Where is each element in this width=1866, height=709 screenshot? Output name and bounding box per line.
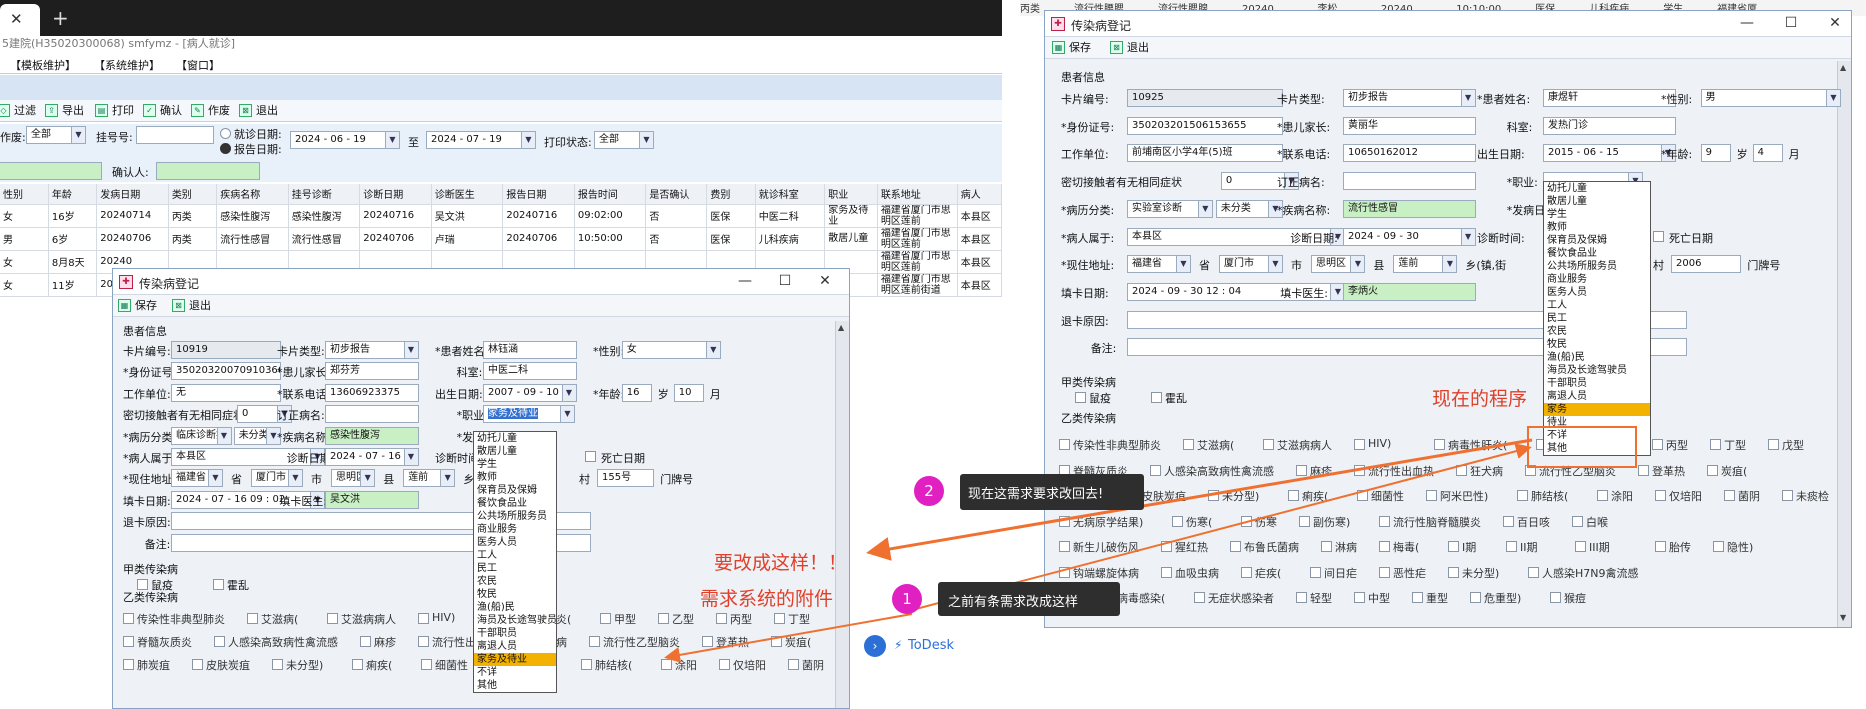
annotation-change-like-this: 要改成这样！！ — [714, 552, 848, 574]
annotation-attachment: 需求系统的附件 — [700, 588, 834, 610]
badge-1: 1 — [892, 584, 922, 614]
todesk-logo-icon: ⚡ — [894, 638, 903, 652]
annotation-current-program: 现在的程序 — [1432, 388, 1528, 410]
todesk-expand-icon[interactable]: › — [864, 635, 886, 657]
callout-1-text: 之前有条需求改成这样 — [948, 595, 1079, 610]
badge-2: 2 — [914, 476, 944, 506]
callout-2-text: 现在这需求要求改回去! — [968, 487, 1104, 502]
annotation-arrows — [664, 426, 1637, 663]
todesk-widget[interactable]: › ⚡ ToDesk — [860, 626, 968, 666]
callout-1: 之前有条需求改成这样 — [938, 582, 1120, 616]
todesk-label: ToDesk — [908, 638, 954, 653]
highlight-box — [1527, 426, 1637, 468]
callout-2: 现在这需求要求改回去! — [960, 474, 1144, 510]
